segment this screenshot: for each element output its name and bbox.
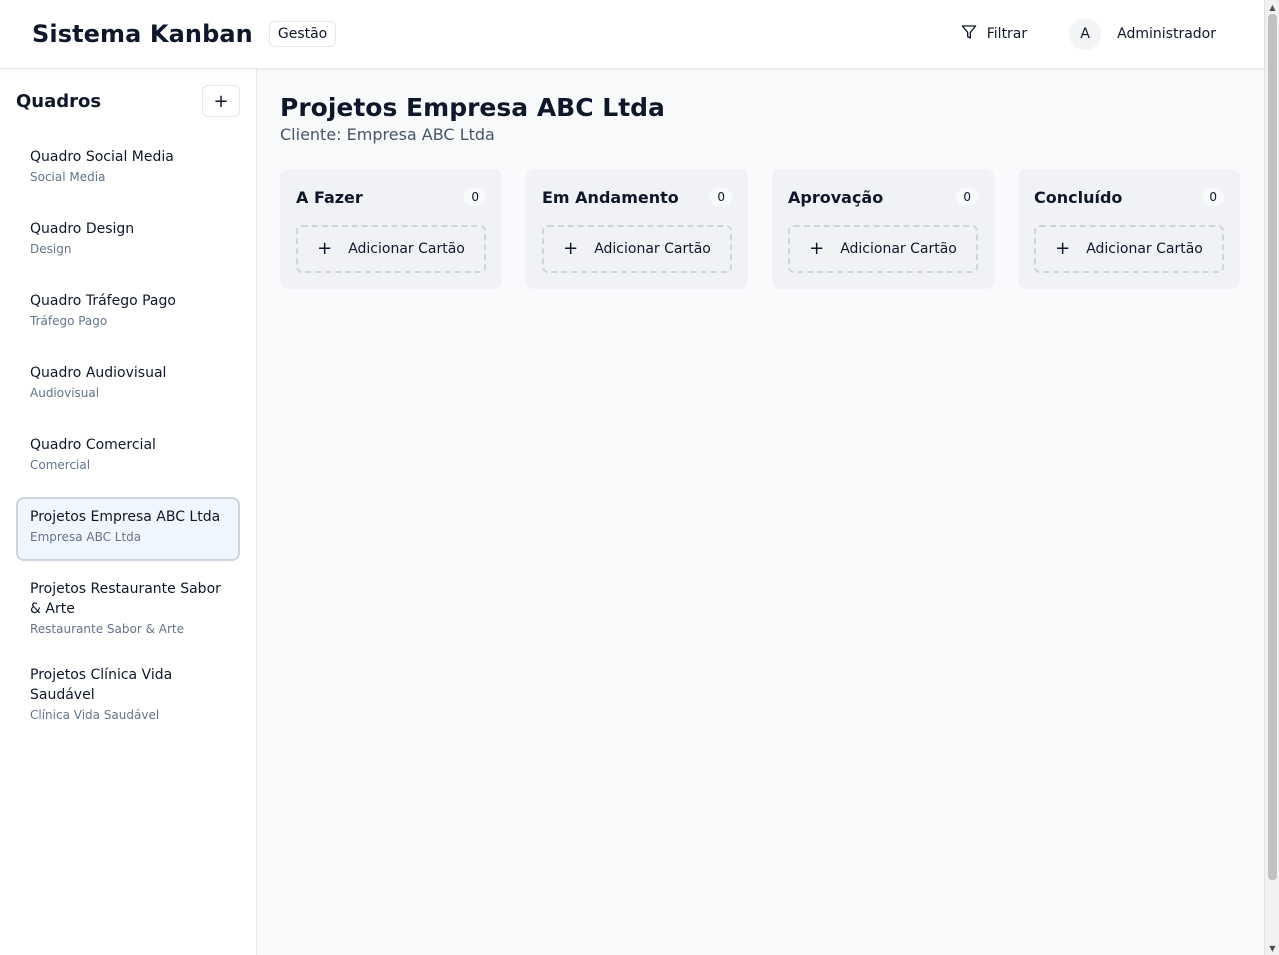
scrollbar-thumb[interactable] — [1268, 14, 1277, 880]
page-subtitle: Cliente: Empresa ABC Ltda — [280, 125, 495, 144]
column-title: Concluído — [1034, 187, 1123, 207]
sidebar-item-clinica-vida-saudavel[interactable]: Projetos Clínica Vida Saudável Clínica V… — [16, 655, 240, 733]
sidebar-item-social-media[interactable]: Quadro Social Media Social Media — [16, 137, 240, 201]
board-name: Quadro Comercial — [30, 437, 156, 453]
card-count-badge: 0 — [956, 188, 978, 206]
role-badge: Gestão — [268, 21, 337, 47]
sidebar-header: Quadros + — [16, 85, 240, 117]
column-aprovacao: Aprovação 0 + Adicionar Cartão — [772, 169, 994, 289]
add-card-button[interactable]: + Adicionar Cartão — [296, 225, 486, 273]
filter-label: Filtrar — [986, 26, 1028, 42]
sidebar-item-restaurante-sabor-arte[interactable]: Projetos Restaurante Sabor & Arte Restau… — [16, 569, 240, 647]
avatar: A — [1069, 18, 1102, 50]
board-client: Design — [30, 242, 72, 256]
board-list: Quadro Social Media Social Media Quadro … — [16, 137, 240, 733]
plus-icon: + — [1055, 238, 1071, 259]
plus-icon: + — [213, 90, 229, 112]
column-title: Aprovação — [788, 187, 884, 207]
add-card-button[interactable]: + Adicionar Cartão — [542, 225, 732, 273]
plus-icon: + — [563, 238, 579, 259]
page-title: Projetos Empresa ABC Ltda — [280, 93, 665, 122]
sidebar-item-trafego-pago[interactable]: Quadro Tráfego Pago Tráfego Pago — [16, 281, 240, 345]
user-menu[interactable]: A Administrador — [1069, 18, 1216, 50]
board-client: Audiovisual — [30, 386, 100, 400]
add-card-button[interactable]: + Adicionar Cartão — [1034, 225, 1224, 273]
board-name: Quadro Tráfego Pago — [30, 293, 176, 309]
board-name: Projetos Restaurante Sabor & Arte — [30, 581, 221, 617]
column-em-andamento: Em Andamento 0 + Adicionar Cartão — [526, 169, 748, 289]
card-count-badge: 0 — [710, 188, 732, 206]
vertical-scrollbar[interactable]: ▲ ▼ — [1264, 0, 1279, 955]
column-header: Em Andamento 0 — [542, 185, 732, 209]
column-header: Concluído 0 — [1034, 185, 1224, 209]
app-title: Sistema Kanban — [32, 20, 253, 48]
column-header: Aprovação 0 — [788, 185, 978, 209]
sidebar-item-comercial[interactable]: Quadro Comercial Comercial — [16, 425, 240, 489]
scroll-up-arrow-icon[interactable]: ▲ — [1265, 0, 1279, 14]
column-title: A Fazer — [296, 187, 363, 207]
board-name: Projetos Clínica Vida Saudável — [30, 667, 173, 703]
board-client: Comercial — [30, 458, 91, 472]
user-name: Administrador — [1117, 26, 1216, 42]
board-name: Quadro Social Media — [30, 149, 174, 165]
board-name: Projetos Empresa ABC Ltda — [30, 509, 221, 525]
plus-icon: + — [809, 238, 825, 259]
column-a-fazer: A Fazer 0 + Adicionar Cartão — [280, 169, 502, 289]
add-card-label: Adicionar Cartão — [840, 241, 957, 257]
board-client: Restaurante Sabor & Arte — [30, 622, 184, 636]
add-board-button[interactable]: + — [202, 85, 240, 117]
board-name: Quadro Audiovisual — [30, 365, 167, 381]
board-view: Projetos Empresa ABC Ltda Cliente: Empre… — [257, 69, 1264, 955]
app: Sistema Kanban Gestão Filtrar A Administ… — [0, 0, 1279, 955]
card-count-badge: 0 — [1202, 188, 1224, 206]
header-actions: Filtrar A Administrador — [951, 15, 1232, 53]
add-card-button[interactable]: + Adicionar Cartão — [788, 225, 978, 273]
column-concluido: Concluído 0 + Adicionar Cartão — [1018, 169, 1240, 289]
add-card-label: Adicionar Cartão — [594, 241, 711, 257]
board-name: Quadro Design — [30, 221, 135, 237]
board-client: Empresa ABC Ltda — [30, 530, 142, 544]
plus-icon: + — [317, 238, 333, 259]
sidebar-title: Quadros — [16, 90, 102, 112]
add-card-label: Adicionar Cartão — [348, 241, 465, 257]
add-card-label: Adicionar Cartão — [1086, 241, 1203, 257]
kanban-columns: A Fazer 0 + Adicionar Cartão Em Andament… — [280, 169, 1241, 289]
card-count-badge: 0 — [464, 188, 486, 206]
sidebar-item-design[interactable]: Quadro Design Design — [16, 209, 240, 273]
sidebar: Quadros + Quadro Social Media Social Med… — [0, 69, 257, 955]
filter-button[interactable]: Filtrar — [951, 15, 1037, 53]
header: Sistema Kanban Gestão Filtrar A Administ… — [0, 0, 1264, 69]
scroll-down-arrow-icon[interactable]: ▼ — [1265, 941, 1279, 955]
board-client: Social Media — [30, 170, 106, 184]
sidebar-item-audiovisual[interactable]: Quadro Audiovisual Audiovisual — [16, 353, 240, 417]
filter-icon — [961, 24, 977, 44]
sidebar-item-empresa-abc[interactable]: Projetos Empresa ABC Ltda Empresa ABC Lt… — [16, 497, 240, 561]
board-client: Tráfego Pago — [30, 314, 108, 328]
column-header: A Fazer 0 — [296, 185, 486, 209]
board-client: Clínica Vida Saudável — [30, 708, 160, 722]
column-title: Em Andamento — [542, 187, 679, 207]
